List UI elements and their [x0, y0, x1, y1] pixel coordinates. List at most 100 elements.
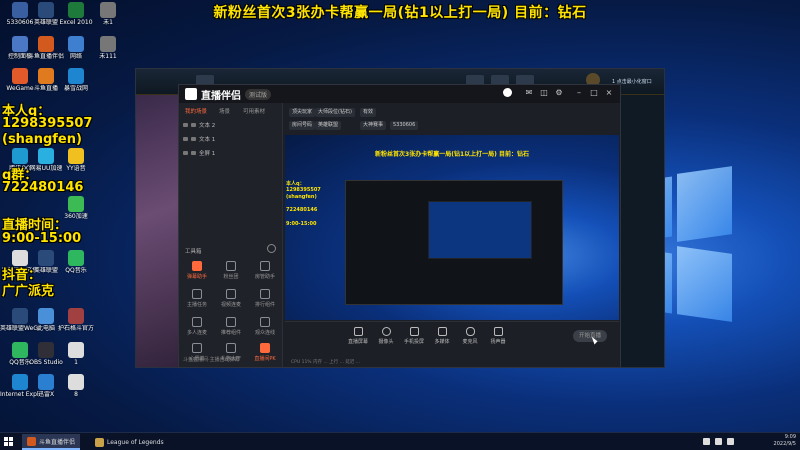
- tool-pk[interactable]: 直播间PK: [250, 343, 280, 362]
- stream-preview[interactable]: 顶尖玩家 大师段位(钻石) 有效 房间号码 英雄联盟 大神赛事 5330606 …: [285, 105, 619, 320]
- pk-icon: [260, 343, 270, 353]
- eye-icon[interactable]: [183, 137, 188, 141]
- bottom-toolbar: 直播屏幕 摄像头 手机投屏 多媒体 麦克风 扬声器 开始直播 CPU 11% 内…: [285, 321, 619, 367]
- eye-icon[interactable]: [183, 123, 188, 127]
- user-avatar[interactable]: [503, 88, 512, 97]
- group-number: 722480146: [2, 180, 84, 195]
- preview-info: (shangfen): [286, 194, 317, 200]
- desktop-icon[interactable]: 未111: [88, 36, 128, 60]
- taskbar: 斗鱼直播伴侣 League of Legends 9:09 2022/9/5: [0, 432, 800, 450]
- app-titlebar: 直播伴侣 测试版 ✉ ◫ ⚙ – □ ×: [179, 85, 620, 103]
- desktop-icon[interactable]: 8: [56, 374, 96, 398]
- taskbar-item[interactable]: League of Legends: [90, 434, 169, 450]
- app-icon: [68, 250, 84, 266]
- media-button[interactable]: 多媒体: [429, 327, 455, 345]
- app-logo-icon: [185, 88, 197, 100]
- start-live-button[interactable]: 开始直播: [573, 330, 607, 342]
- desktop-icon[interactable]: QQ音乐: [56, 250, 96, 274]
- desktop-icon[interactable]: 护石格斗官方: [56, 308, 96, 332]
- screen-capture-button[interactable]: 直播屏幕: [345, 327, 371, 345]
- streaming-app-window[interactable]: 直播伴侣 测试版 ✉ ◫ ⚙ – □ × 我的场景 场景 可用素材 文本 2 文…: [178, 84, 621, 368]
- recommend-icon: [226, 317, 236, 327]
- scene-item[interactable]: 文本 1: [183, 133, 279, 145]
- room-chip[interactable]: 5330606: [390, 121, 419, 130]
- media-icon: [437, 327, 447, 336]
- clock[interactable]: 9:09 2022/9/5: [774, 434, 796, 448]
- hours-value: 9:00-15:00: [2, 231, 82, 246]
- app-icon: [68, 68, 84, 84]
- app-icon: [38, 148, 54, 164]
- taskbar-app-icon: [27, 436, 36, 446]
- start-button[interactable]: [4, 437, 14, 447]
- app-icon: [68, 36, 84, 52]
- desktop-icon[interactable]: 暴雪战网: [56, 68, 96, 92]
- tool-danmu[interactable]: 弹幕助手: [182, 261, 212, 280]
- preview-overlay-title: 新粉丝首次3张办卡帮赢一局(钻1以上打一局) 目前：钻石: [375, 151, 529, 158]
- monitor-icon: [353, 327, 363, 336]
- douyin-value: 广广派克: [2, 284, 55, 299]
- lock-icon[interactable]: [191, 123, 196, 127]
- tool-multi-link[interactable]: 多人连麦: [182, 317, 212, 336]
- tool-tasks[interactable]: 主播任务: [182, 289, 212, 308]
- app-icon: [38, 342, 54, 358]
- preview-info: 1298395507: [286, 187, 321, 193]
- tray-input-icon[interactable]: [727, 438, 734, 445]
- desktop-icon[interactable]: YY语音: [56, 148, 96, 172]
- gift-icon[interactable]: ◫: [539, 88, 549, 98]
- app-icon: [38, 308, 54, 324]
- close-icon[interactable]: ×: [604, 88, 614, 98]
- lock-icon[interactable]: [191, 151, 196, 155]
- room-chip[interactable]: 房间号码: [289, 121, 316, 130]
- mail-icon[interactable]: ✉: [524, 88, 534, 98]
- multi-link-icon: [192, 317, 202, 327]
- tray-network-icon[interactable]: [703, 438, 710, 445]
- app-name: 直播伴侣: [201, 90, 241, 102]
- settings-icon[interactable]: ⚙: [554, 88, 564, 98]
- desktop-icon[interactable]: 1: [56, 342, 96, 366]
- camera-button[interactable]: 摄像头: [373, 327, 399, 345]
- preview-info: 9:00-15:00: [286, 221, 317, 227]
- room-chip[interactable]: 有效: [360, 108, 377, 117]
- left-footer: 斗鱼直播间·主播自动弹幕: [183, 357, 240, 363]
- taskbar-item-label: 斗鱼直播伴侣: [39, 438, 76, 446]
- stream-overlay-title: 新粉丝首次3张办卡帮赢一局(钻1以上打一局) 目前：钻石: [213, 5, 587, 21]
- status-line: CPU 11% 内存 ... 上行 ... 延迟 ...: [291, 360, 361, 365]
- fans-icon: [226, 261, 236, 271]
- app-icon: [38, 68, 54, 84]
- lock-icon[interactable]: [191, 137, 196, 141]
- taskbar-item[interactable]: 斗鱼直播伴侣: [22, 434, 81, 450]
- tab-scenes[interactable]: 场景: [219, 107, 230, 115]
- room-chip[interactable]: 顶尖玩家: [289, 108, 316, 117]
- room-chip[interactable]: 大师段位(钻石): [315, 108, 355, 117]
- eye-icon[interactable]: [183, 151, 188, 155]
- tool-recommend[interactable]: 推荐组件: [216, 317, 246, 336]
- tool-admin[interactable]: 房管助手: [250, 261, 280, 280]
- scene-label: 文本 2: [199, 123, 216, 129]
- tab-materials[interactable]: 可用素材: [243, 107, 265, 115]
- scene-item[interactable]: 文本 2: [183, 119, 279, 131]
- maximize-icon[interactable]: □: [589, 88, 599, 98]
- desktop-icon-label: 护石格斗官方: [57, 325, 94, 332]
- tasks-icon: [192, 289, 202, 299]
- tab-my-scenes[interactable]: 我的场景: [185, 107, 207, 115]
- camera-icon: [381, 327, 391, 336]
- preview-nested-window: [345, 180, 563, 305]
- minimize-icon[interactable]: –: [574, 88, 584, 98]
- phone-icon: [409, 327, 419, 336]
- rank-icon: [260, 289, 270, 299]
- tray-volume-icon[interactable]: [715, 438, 722, 445]
- scene-item[interactable]: 全屏 1: [183, 147, 279, 159]
- video-link-icon: [226, 289, 236, 299]
- room-chip[interactable]: 大神赛事: [360, 121, 387, 130]
- tool-audience-link[interactable]: 观众连线: [250, 317, 280, 336]
- toolbox-more-icon[interactable]: [267, 244, 276, 253]
- desktop-icon-label: YY语音: [66, 165, 86, 172]
- tool-rank[interactable]: 排行组件: [250, 289, 280, 308]
- microphone-button[interactable]: 麦克风: [457, 327, 483, 345]
- tool-video-link[interactable]: 视频连麦: [216, 289, 246, 308]
- tool-fans[interactable]: 粉丝团: [216, 261, 246, 280]
- speaker-button[interactable]: 扬声器: [485, 327, 511, 345]
- room-chip[interactable]: 英雄联盟: [315, 121, 342, 130]
- phone-cast-button[interactable]: 手机投屏: [401, 327, 427, 345]
- app-icon: [68, 196, 84, 212]
